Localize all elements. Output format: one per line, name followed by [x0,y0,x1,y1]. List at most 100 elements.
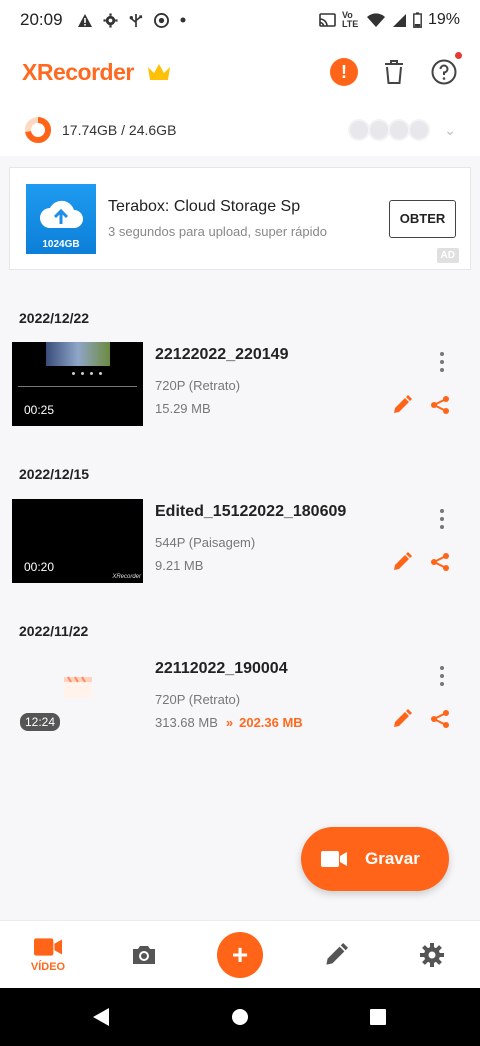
thumb-preview-image [46,342,110,366]
blurred-avatar [408,119,431,141]
video-camera-icon [321,851,347,867]
dot-icon [180,17,186,23]
status-time: 20:09 [20,10,63,29]
video-size-compressed: 202.36 MB [239,715,303,730]
chevron-down-icon: ⌄ [444,121,456,138]
date-header: 2022/12/22 [19,310,90,326]
share-icon[interactable] [430,552,450,572]
video-size: 15.29 MB [155,401,211,416]
help-button[interactable] [430,52,462,86]
gear-icon [420,943,444,967]
alert-button[interactable]: ! [330,58,358,86]
status-left-icons [77,12,187,28]
system-nav-bar [0,988,480,1046]
cast-icon [319,13,336,27]
status-bar: 20:09 Vo LTE 19% [0,0,480,40]
video-icon [34,938,62,956]
edit-pencil-icon[interactable] [392,395,412,415]
ad-badge: AD [436,248,459,263]
exclamation-icon: ! [341,61,347,82]
share-icon[interactable] [430,709,450,729]
help-icon [431,59,457,85]
video-item[interactable]: 00:25 22122022_220149 720P (Retrato) 15.… [0,342,480,428]
back-icon[interactable] [92,1007,110,1027]
nav-edit[interactable] [316,921,356,989]
ad-texts[interactable]: Terabox: Cloud Storage Sp 3 segundos par… [108,198,389,239]
nav-video-label: VÍDEO [30,961,66,973]
more-options-button[interactable] [436,350,448,374]
video-resolution: 544P (Paisagem) [155,535,256,550]
cloud-upload-icon [40,200,83,228]
video-size-original: 313.68 MB [155,715,218,730]
video-thumbnail[interactable]: 00:20 XRecorder [12,499,143,583]
home-icon[interactable] [232,1009,248,1025]
plus-icon: + [217,932,263,978]
video-item[interactable]: 00:20 XRecorder Edited_15122022_180609 5… [0,499,480,585]
date-header: 2022/12/15 [19,466,90,482]
storage-text: 17.74GB / 24.6GB [62,122,177,138]
trash-icon [385,60,403,84]
battery-percent: 19% [427,11,460,28]
trash-button[interactable] [380,58,408,86]
record-button[interactable]: Gravar [301,827,449,891]
ad-card[interactable]: 1024GB Terabox: Cloud Storage Sp 3 segun… [9,167,471,270]
settings-icon [103,12,118,28]
usb-icon [129,13,142,27]
more-options-button[interactable] [436,664,448,688]
blurred-avatar [348,119,371,141]
ad-thumb-label: 1024GB [42,238,80,250]
storage-extra[interactable]: ⌄ [348,119,456,141]
ad-title[interactable]: Terabox: Cloud Storage Sp [108,198,389,216]
chrome-icon [153,12,169,28]
ad-cta-button[interactable]: OBTER [389,199,456,238]
video-item[interactable]: 12:24 22112022_190004 720P (Retrato) 313… [0,656,480,742]
video-duration: 00:20 [24,560,55,574]
nav-add[interactable]: + [216,921,264,989]
notification-dot [455,52,462,59]
thumb-progress-line [18,386,137,387]
status-right-icons: Vo LTE 19% [319,11,460,29]
camera-icon [133,946,155,964]
nav-screenshot[interactable] [124,921,164,989]
video-thumbnail[interactable]: 00:25 [12,342,143,426]
video-size: 313.68 MB » 202.36 MB [155,715,303,730]
pencil-icon [326,943,348,965]
video-duration: 12:24 [20,713,61,731]
blurred-avatar [388,119,411,141]
ad-thumbnail[interactable]: 1024GB [26,183,96,254]
video-thumbnail[interactable]: 12:24 [12,656,143,740]
video-title[interactable]: Edited_15122022_180609 [155,503,346,521]
nav-video[interactable]: VÍDEO [22,921,74,989]
app-logo: XRecorder [22,58,134,85]
signal-icon [392,13,406,27]
app-bar: XRecorder ! [0,40,480,104]
video-title[interactable]: 22122022_220149 [155,346,288,364]
recent-apps-icon[interactable] [370,1009,386,1025]
edit-pencil-icon[interactable] [392,709,412,729]
video-resolution: 720P (Retrato) [155,378,241,393]
thumb-watermark: XRecorder [112,574,141,580]
compress-arrow-icon: » [225,715,234,730]
wifi-icon [366,12,385,27]
share-icon[interactable] [430,395,450,415]
thumb-controls [72,372,112,380]
video-title[interactable]: 22112022_190004 [155,660,288,678]
video-resolution: 720P (Retrato) [155,692,241,707]
blurred-avatar [368,119,391,141]
premium-crown-icon[interactable] [146,61,172,83]
nav-settings[interactable] [412,921,452,989]
date-header: 2022/11/22 [19,623,89,639]
volte-label: Vo LTE [341,10,359,29]
battery-icon [413,12,422,28]
bottom-nav: VÍDEO + [0,920,480,988]
warning-icon [77,13,92,27]
video-duration: 00:25 [24,403,55,417]
edit-pencil-icon[interactable] [392,552,412,572]
ad-subtitle: 3 segundos para upload, super rápido [108,224,327,239]
storage-row[interactable]: 17.74GB / 24.6GB ⌄ [0,104,480,156]
record-button-label: Gravar [365,849,420,868]
video-size: 9.21 MB [155,558,204,573]
app-bar-actions: ! [330,52,462,86]
more-options-button[interactable] [436,507,448,531]
clapperboard-icon [64,676,92,698]
